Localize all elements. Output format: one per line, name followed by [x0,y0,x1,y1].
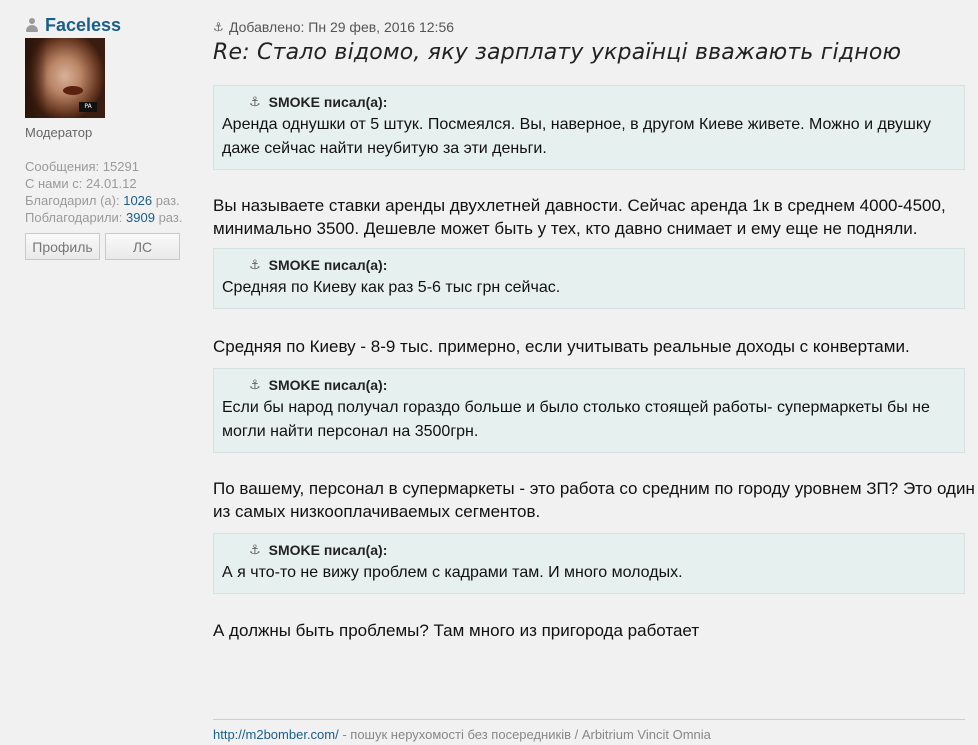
post-date: Добавлено: Пн 29 фев, 2016 12:56 [229,19,455,35]
anchor-icon[interactable]: ⚓ [249,377,261,393]
reply-text: Вы называете ставки аренды двухлетней да… [213,196,946,238]
forum-post: Faceless PA Модератор Сообщения: 15291 С… [0,0,978,745]
quote-author: ⚓ SMOKE писал(а): [249,542,388,558]
author-rank: Модератор [25,125,93,140]
author-name-link[interactable]: Faceless [45,15,121,36]
quote-text: Если бы народ получал гораздо больше и б… [222,399,930,440]
parental-advisory-logo: PA [79,102,97,112]
post-author-profile: Faceless PA Модератор Сообщения: 15291 С… [25,14,195,260]
reply-text: По вашему, персонал в супермаркеты - это… [213,479,975,521]
quote-block: ⚓ SMOKE писал(а): Средняя по Киеву как ра… [213,248,965,309]
thanked-link[interactable]: 1026 [123,193,152,208]
post-subject: Re: Стало відомо, яку зарплату українці … [213,40,902,65]
profile-button[interactable]: Профиль [25,233,100,260]
author-stats: Сообщения: 15291 С нами с: 24.01.12 Благ… [25,158,195,226]
reply-text: А должны быть проблемы? Там много из при… [213,621,700,640]
quote-text: Средняя по Киеву как раз 5-6 тыс грн сей… [222,279,561,296]
signature-link[interactable]: http://m2bomber.com/ [213,727,339,742]
quote-block: ⚓ SMOKE писал(а): Если бы народ получал г… [213,368,965,453]
reply-text: Средняя по Киеву - 8-9 тыс. примерно, ес… [213,337,910,356]
anchor-icon[interactable]: ⚓ [249,542,261,558]
anchor-icon[interactable]: ⚓ [249,94,261,110]
messages-count: Сообщения: 15291 [25,159,139,174]
thanks-received-link[interactable]: 3909 [126,210,155,225]
thanks-received-count: Поблагодарили: 3909 раз. [25,210,183,225]
author-row: Faceless [25,14,195,36]
post-content: ⚓ Добавлено: Пн 29 фев, 2016 12:56 Re: С… [213,18,978,642]
signature: http://m2bomber.com/ - пошук нерухомості… [213,727,711,742]
post-meta: ⚓ Добавлено: Пн 29 фев, 2016 12:56 [213,18,978,36]
quote-author: ⚓ SMOKE писал(а): [249,257,388,273]
quote-author: ⚓ SMOKE писал(а): [249,94,388,110]
user-icon [25,18,39,32]
anchor-icon[interactable]: ⚓ [213,20,225,34]
author-buttons: Профиль ЛС [25,233,195,260]
anchor-icon[interactable]: ⚓ [249,257,261,273]
member-since: С нами с: 24.01.12 [25,176,137,191]
quote-author: ⚓ SMOKE писал(а): [249,377,388,393]
signature-divider [213,719,965,720]
thanked-count: Благодарил (а): 1026 раз. [25,193,180,208]
private-message-button[interactable]: ЛС [105,233,180,260]
quote-text: Аренда однушки от 5 штук. Посмеялся. Вы,… [222,116,932,157]
quote-text: А я что-то не вижу проблем с кадрами там… [222,564,683,581]
quote-block: ⚓ SMOKE писал(а): Аренда однушки от 5 шту… [213,85,965,170]
quote-block: ⚓ SMOKE писал(а): А я что-то не вижу проб… [213,533,965,594]
avatar[interactable]: PA [25,38,105,118]
